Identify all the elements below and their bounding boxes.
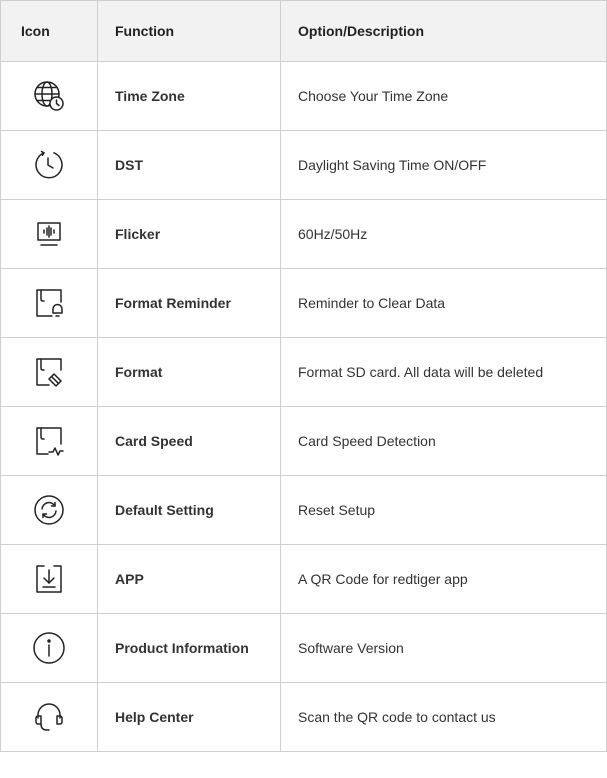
function-label: DST <box>97 130 281 200</box>
table-row: Flicker 60Hz/50Hz <box>0 199 607 269</box>
table-row: Product Information Software Version <box>0 613 607 683</box>
description-text: Choose Your Time Zone <box>280 61 607 131</box>
sd-card-eraser-icon <box>0 337 98 407</box>
description-text: A QR Code for redtiger app <box>280 544 607 614</box>
header-icon: Icon <box>0 0 98 62</box>
function-label: Default Setting <box>97 475 281 545</box>
header-function: Function <box>97 0 281 62</box>
headset-icon <box>0 682 98 752</box>
description-text: Software Version <box>280 613 607 683</box>
settings-table: Icon Function Option/Description Time Zo… <box>0 0 607 752</box>
description-text: Reset Setup <box>280 475 607 545</box>
function-label: Help Center <box>97 682 281 752</box>
info-circle-icon <box>0 613 98 683</box>
monitor-waveform-icon <box>0 199 98 269</box>
globe-clock-icon <box>0 61 98 131</box>
download-box-icon <box>0 544 98 614</box>
clock-arrow-icon <box>0 130 98 200</box>
description-text: 60Hz/50Hz <box>280 199 607 269</box>
header-description: Option/Description <box>280 0 607 62</box>
function-label: Time Zone <box>97 61 281 131</box>
function-label: Product Information <box>97 613 281 683</box>
table-row: Help Center Scan the QR code to contact … <box>0 682 607 752</box>
table-row: Format Format SD card. All data will be … <box>0 337 607 407</box>
table-row: Format Reminder Reminder to Clear Data <box>0 268 607 338</box>
table-row: DST Daylight Saving Time ON/OFF <box>0 130 607 200</box>
description-text: Scan the QR code to contact us <box>280 682 607 752</box>
table-row: Card Speed Card Speed Detection <box>0 406 607 476</box>
function-label: Flicker <box>97 199 281 269</box>
reset-circle-icon <box>0 475 98 545</box>
function-label: Format <box>97 337 281 407</box>
description-text: Daylight Saving Time ON/OFF <box>280 130 607 200</box>
table-row: APP A QR Code for redtiger app <box>0 544 607 614</box>
sd-card-bell-icon <box>0 268 98 338</box>
description-text: Reminder to Clear Data <box>280 268 607 338</box>
table-row: Time Zone Choose Your Time Zone <box>0 61 607 131</box>
description-text: Card Speed Detection <box>280 406 607 476</box>
description-text: Format SD card. All data will be deleted <box>280 337 607 407</box>
function-label: APP <box>97 544 281 614</box>
function-label: Card Speed <box>97 406 281 476</box>
sd-card-pulse-icon <box>0 406 98 476</box>
table-header-row: Icon Function Option/Description <box>0 0 607 62</box>
table-row: Default Setting Reset Setup <box>0 475 607 545</box>
function-label: Format Reminder <box>97 268 281 338</box>
